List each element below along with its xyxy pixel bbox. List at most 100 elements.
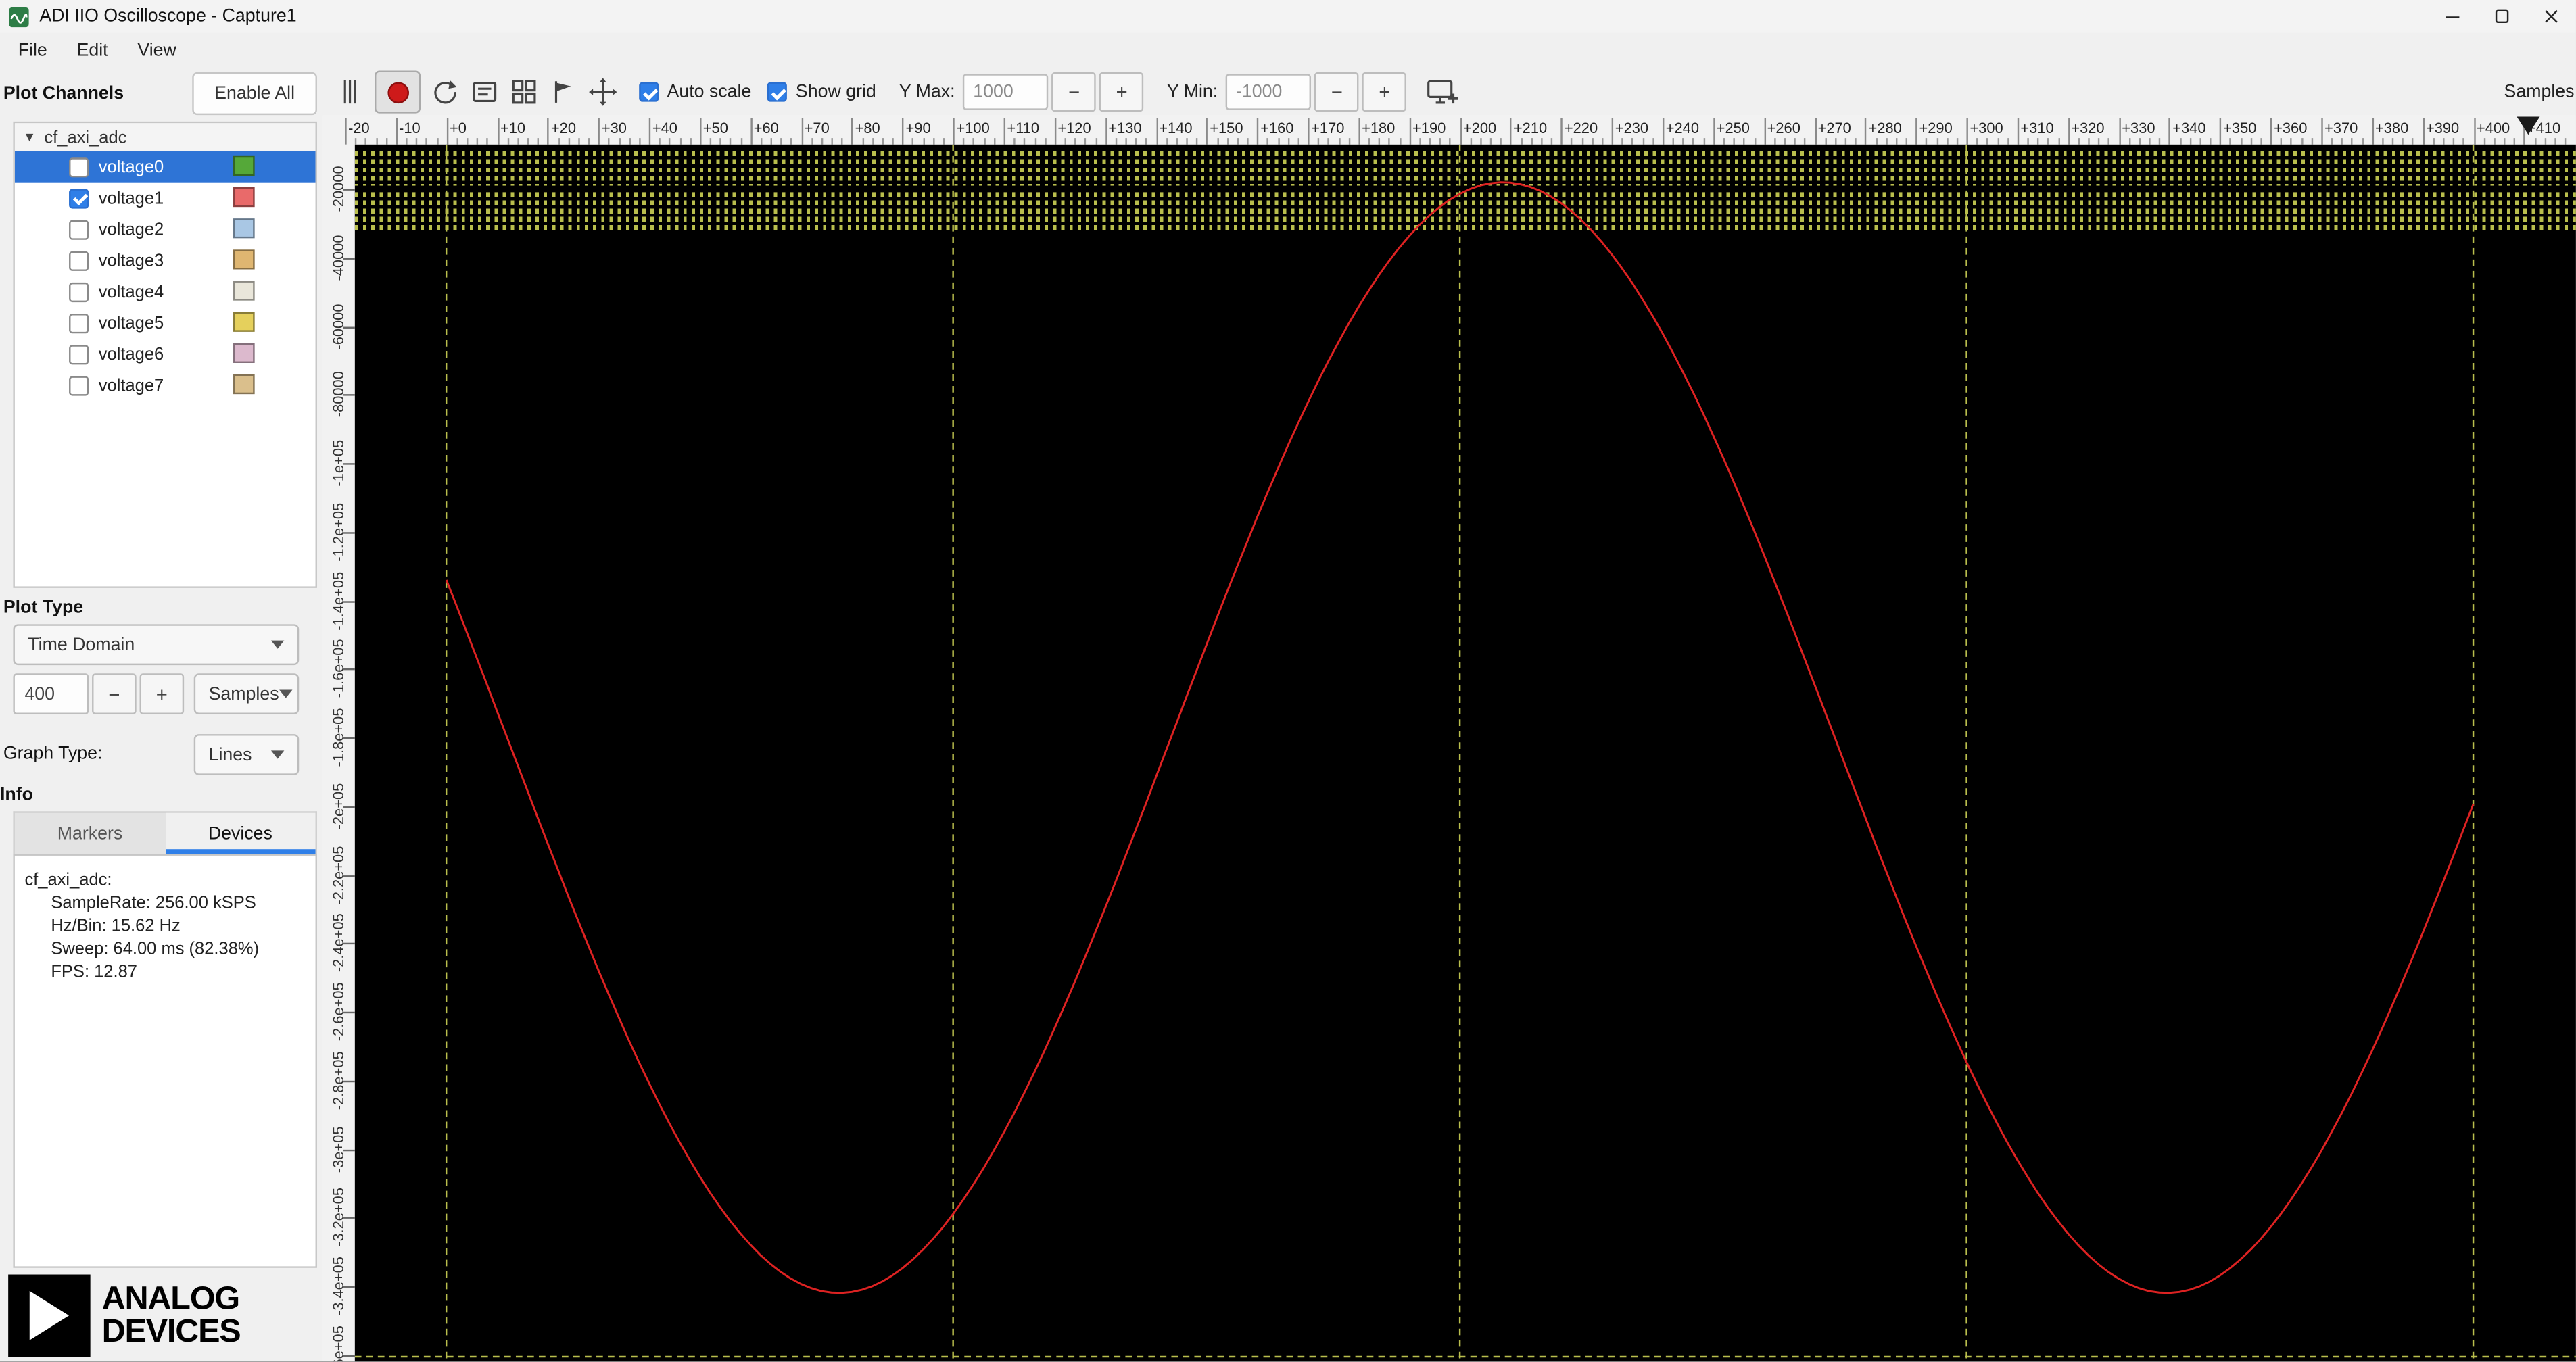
x-ruler-minor-tick (2139, 138, 2140, 145)
channel-checkbox-voltage5[interactable] (69, 313, 89, 333)
expander-icon[interactable]: ▼ (23, 130, 36, 145)
y-axis-ruler[interactable]: -20000-40000-60000-80000-1e+05-1.2e+05-1… (322, 145, 355, 1361)
channel-row-voltage6[interactable]: voltage6 (15, 339, 316, 370)
toolbar-handle (330, 72, 369, 112)
channel-checkbox-voltage4[interactable] (69, 282, 89, 301)
maximize-button[interactable] (2477, 0, 2527, 33)
x-ruler-label: +40 (652, 120, 677, 136)
close-button[interactable] (2527, 0, 2576, 33)
menu-edit[interactable]: Edit (62, 36, 123, 66)
x-ruler-label: +190 (1412, 120, 1446, 136)
device-group-row[interactable]: ▼ cf_axi_adc (15, 123, 316, 151)
show-grid-checkbox[interactable] (768, 82, 788, 101)
sample-unit-dropdown[interactable]: Samples (194, 673, 300, 714)
new-plot-button[interactable] (1423, 72, 1462, 112)
channel-row-voltage7[interactable]: voltage7 (15, 370, 316, 401)
channel-color-swatch[interactable] (233, 187, 255, 207)
x-ruler-label: +110 (1007, 120, 1039, 136)
auto-scale-toggle[interactable]: Auto scale (639, 82, 751, 101)
y-min-plus-button[interactable]: + (1362, 72, 1407, 112)
channel-color-swatch[interactable] (233, 374, 255, 394)
x-ruler-label: +310 (2020, 120, 2053, 136)
x-ruler-label: +230 (1615, 120, 1648, 136)
y-max-label: Y Max: (899, 82, 955, 101)
tab-markers[interactable]: Markers (15, 813, 165, 854)
enable-all-button[interactable]: Enable All (192, 72, 317, 115)
chevron-down-icon (271, 641, 284, 649)
marker-flag-button[interactable] (544, 72, 583, 112)
x-ruler-minor-tick (1936, 138, 1938, 145)
x-ruler-tick (1460, 118, 1461, 145)
sample-count-plus-button[interactable]: + (140, 673, 185, 714)
sidebar: Plot Channels Enable All ▼ cf_axi_adc vo… (0, 69, 322, 1361)
x-ruler-tick (396, 118, 397, 145)
channel-checkbox-voltage7[interactable] (69, 375, 89, 395)
minimize-button[interactable] (2428, 0, 2477, 33)
x-ruler-minor-tick (1876, 138, 1877, 145)
channel-checkbox-voltage2[interactable] (69, 219, 89, 239)
capture-play-button[interactable] (375, 70, 421, 113)
x-ruler-minor-tick (578, 138, 579, 145)
sample-count-input[interactable] (13, 673, 89, 714)
channel-row-voltage3[interactable]: voltage3 (15, 245, 316, 276)
x-ruler-minor-tick (1389, 138, 1390, 145)
graph-type-value: Lines (209, 745, 252, 764)
y-max-minus-button[interactable]: − (1052, 72, 1097, 112)
channel-color-swatch[interactable] (233, 312, 255, 332)
channel-label: voltage7 (99, 375, 164, 395)
y-min-input[interactable] (1226, 74, 1311, 110)
x-ruler-tick (1004, 118, 1005, 145)
plot-toolbar: Auto scale Show grid Y Max: − + Y Min: −… (322, 69, 2576, 115)
x-ruler-tick (852, 118, 853, 145)
graph-type-dropdown[interactable]: Lines (194, 734, 300, 775)
channel-checkbox-voltage0[interactable] (69, 157, 89, 176)
close-icon (2543, 8, 2559, 24)
oscilloscope-plot[interactable] (355, 145, 2576, 1361)
channel-checkbox-voltage1[interactable] (69, 188, 89, 208)
app-window: ADI IIO Oscilloscope - Capture1 FileEdit… (0, 0, 2576, 1361)
x-axis-ruler[interactable]: -20-10+0+10+20+30+40+50+60+70+80+90+100+… (322, 115, 2576, 145)
single-capture-button[interactable] (425, 72, 464, 112)
y-min-minus-button[interactable]: − (1315, 72, 1360, 112)
x-ruler-minor-tick (558, 138, 559, 145)
y-max-plus-button[interactable]: + (1099, 72, 1144, 112)
record-icon (387, 81, 408, 103)
x-ruler-label: +330 (2122, 120, 2155, 136)
channel-row-voltage1[interactable]: voltage1 (15, 183, 316, 214)
y-ruler-label: -2e+05 (330, 783, 346, 829)
show-grid-toggle[interactable]: Show grid (768, 82, 876, 101)
x-ruler-minor-tick (639, 138, 640, 145)
tile-plots-button[interactable] (504, 72, 544, 112)
x-ruler-minor-tick (2362, 138, 2363, 145)
channel-checkbox-voltage6[interactable] (69, 344, 89, 364)
sample-count-minus-button[interactable]: − (92, 673, 137, 714)
x-ruler-label: +390 (2426, 120, 2459, 136)
x-ruler-label: +340 (2172, 120, 2205, 136)
channel-color-swatch[interactable] (233, 218, 255, 238)
channel-row-voltage4[interactable]: voltage4 (15, 276, 316, 307)
device-info-title: cf_axi_adc: (24, 869, 315, 892)
plot-type-dropdown[interactable]: Time Domain (13, 624, 299, 665)
channel-row-voltage2[interactable]: voltage2 (15, 214, 316, 245)
channel-color-swatch[interactable] (233, 281, 255, 300)
show-info-button[interactable] (465, 72, 504, 112)
tab-devices[interactable]: Devices (165, 813, 315, 854)
x-ruler-minor-tick (2514, 138, 2515, 145)
x-ruler-label: +260 (1767, 120, 1800, 136)
x-ruler-minor-tick (1825, 138, 1826, 145)
channel-color-swatch[interactable] (233, 343, 255, 363)
channel-row-voltage5[interactable]: voltage5 (15, 307, 316, 338)
x-ruler-minor-tick (355, 138, 356, 145)
channel-color-swatch[interactable] (233, 156, 255, 176)
x-ruler-minor-tick (1500, 138, 1502, 145)
y-max-input[interactable] (963, 74, 1049, 110)
x-ruler-minor-tick (1297, 138, 1299, 145)
menu-file[interactable]: File (3, 36, 62, 66)
pan-zoom-button[interactable] (583, 72, 623, 112)
auto-scale-checkbox[interactable] (639, 82, 659, 101)
menu-view[interactable]: View (123, 36, 191, 66)
channel-row-voltage0[interactable]: voltage0 (15, 151, 316, 183)
channel-checkbox-voltage3[interactable] (69, 251, 89, 270)
x-ruler-minor-tick (1531, 138, 1532, 145)
channel-color-swatch[interactable] (233, 249, 255, 269)
